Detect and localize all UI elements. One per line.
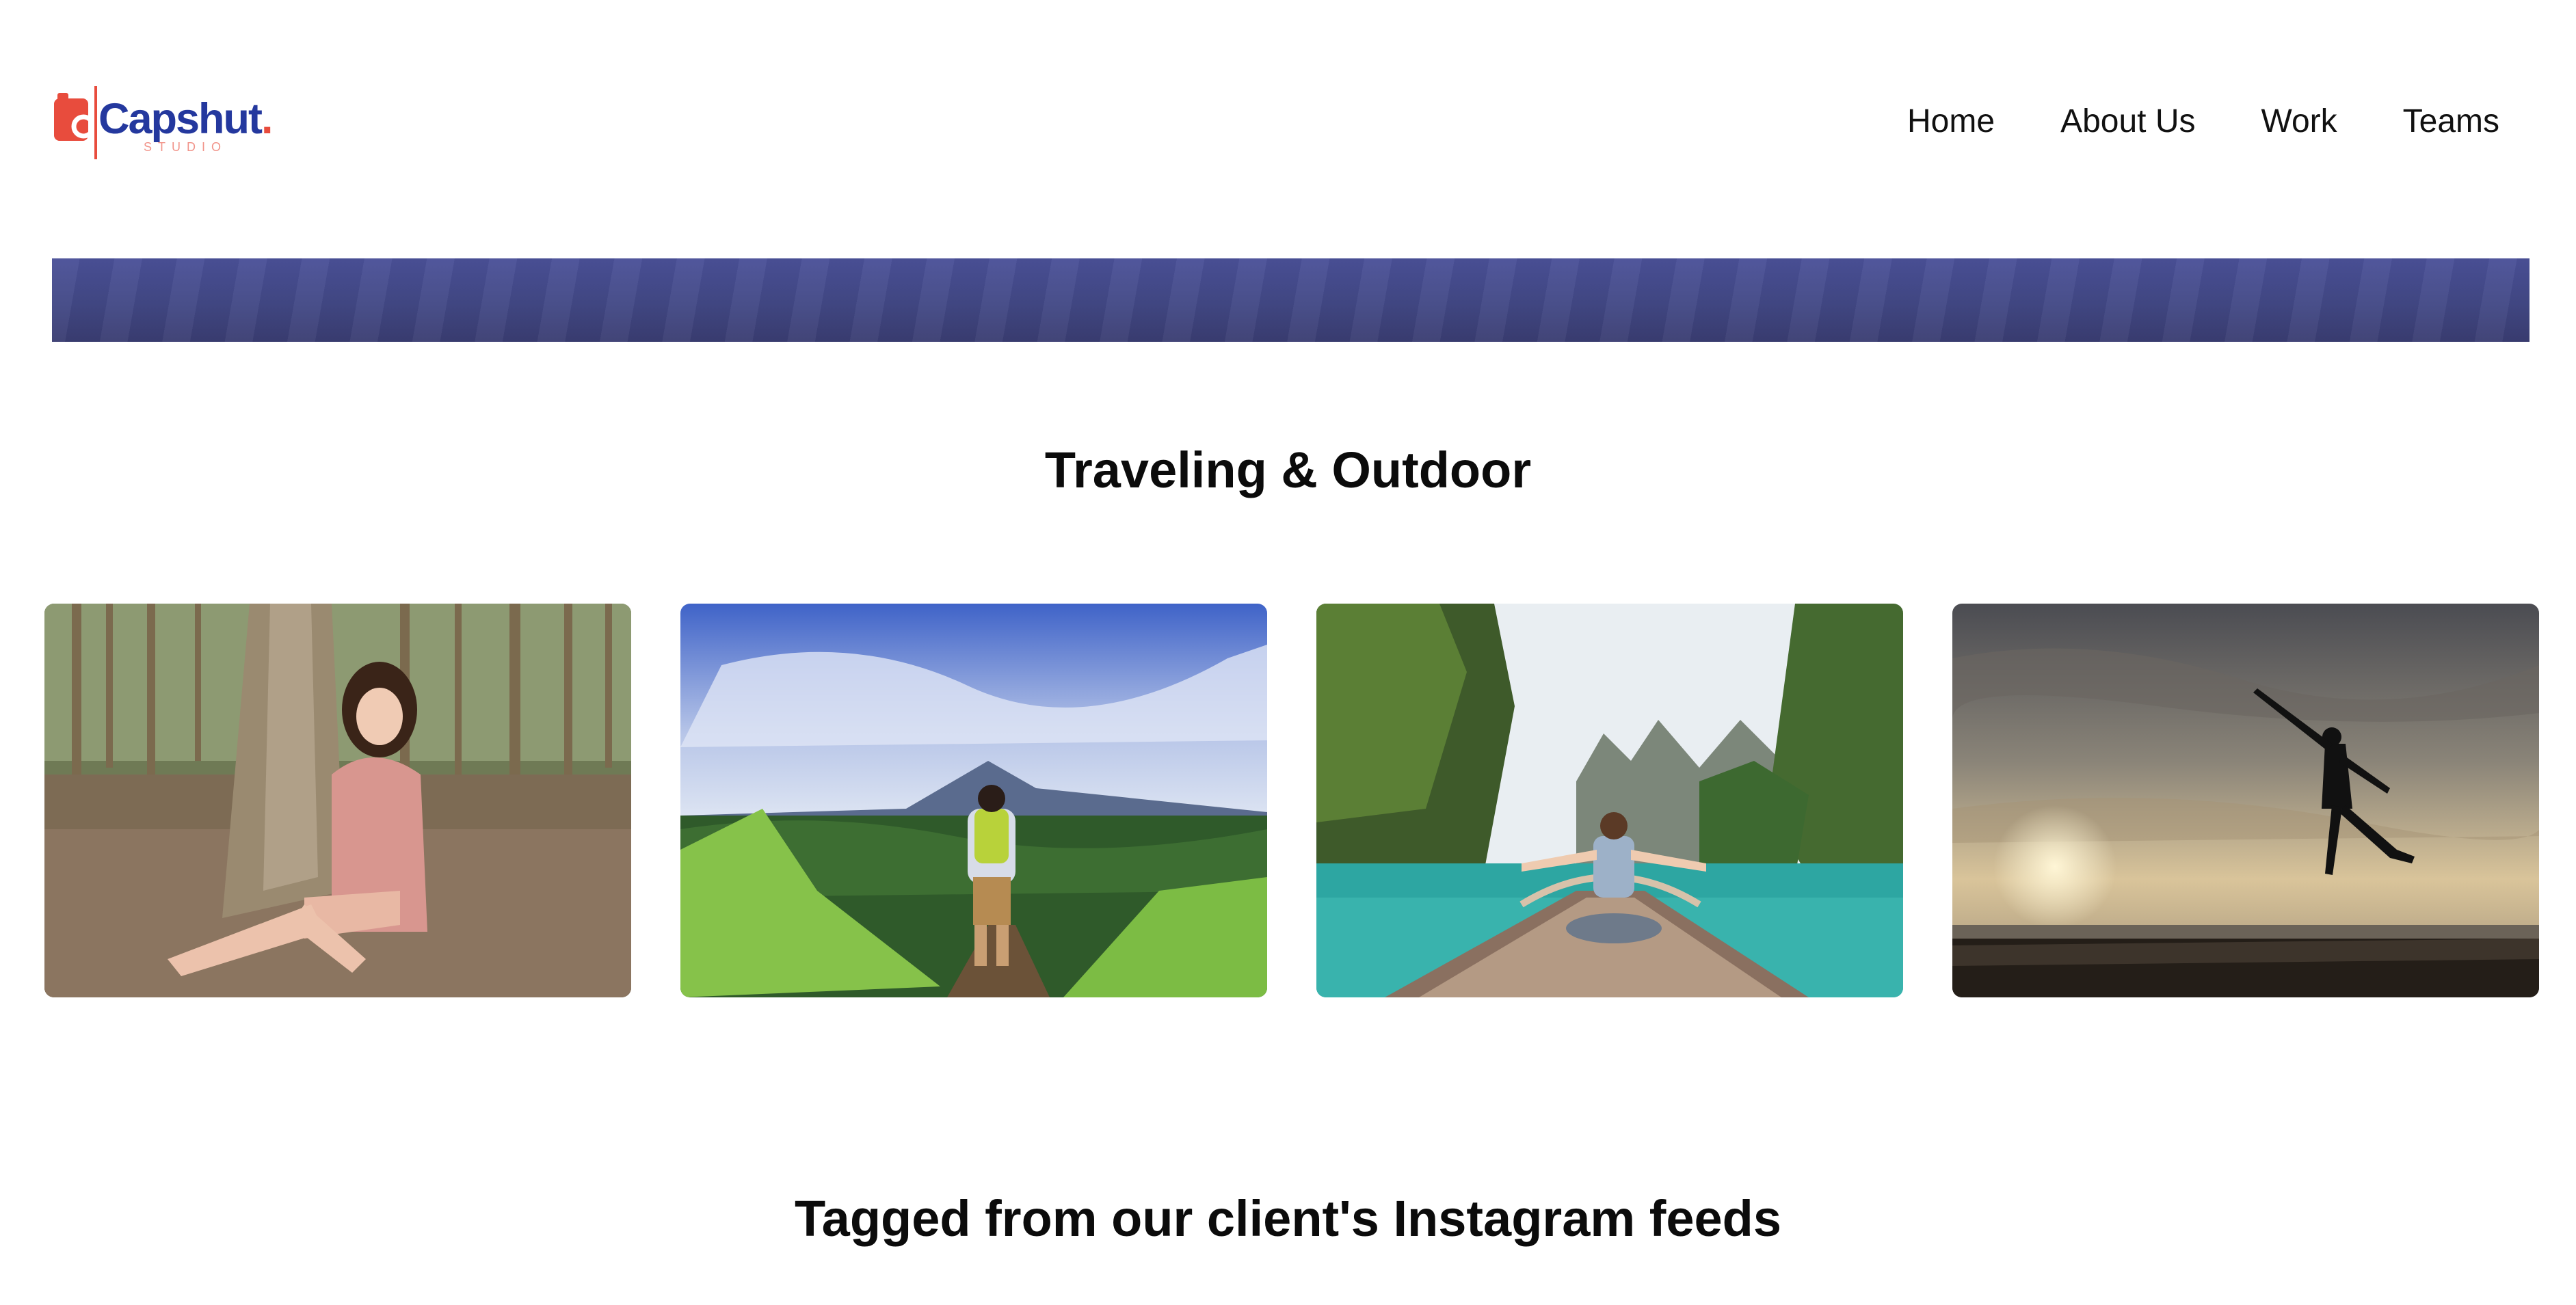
gallery-photo-forest[interactable] bbox=[44, 604, 631, 997]
gallery-photo-volcano[interactable] bbox=[680, 604, 1267, 997]
brand-tagline: STUDIO bbox=[144, 140, 228, 154]
section-title-instagram: Tagged from our client's Instagram feeds bbox=[794, 1190, 1782, 1247]
nav-work-link[interactable]: Work bbox=[2261, 103, 2337, 140]
beach-jump-image bbox=[1952, 604, 2539, 997]
boat-woman-image bbox=[1316, 604, 1903, 997]
page: Capshut. STUDIO Home About Us Work Teams… bbox=[0, 0, 2576, 1305]
volcano-hiker-image bbox=[680, 604, 1267, 997]
hero-banner bbox=[52, 258, 2529, 342]
section-title-travel: Traveling & Outdoor bbox=[1044, 442, 1532, 498]
travel-gallery bbox=[44, 604, 2539, 997]
camera-logo-icon bbox=[51, 83, 98, 162]
forest-woman-image bbox=[44, 604, 631, 997]
gallery-photo-boat[interactable] bbox=[1316, 604, 1903, 997]
nav-about-us-link[interactable]: About Us bbox=[2060, 103, 2195, 140]
nav-teams-link[interactable]: Teams bbox=[2403, 103, 2499, 140]
brand-name: Capshut. bbox=[98, 95, 273, 143]
nav-home-link[interactable]: Home bbox=[1907, 103, 1995, 140]
gallery-photo-beach[interactable] bbox=[1952, 604, 2539, 997]
main-nav: Home About Us Work Teams bbox=[1907, 103, 2499, 140]
brand-logo[interactable]: Capshut. STUDIO bbox=[51, 83, 273, 162]
